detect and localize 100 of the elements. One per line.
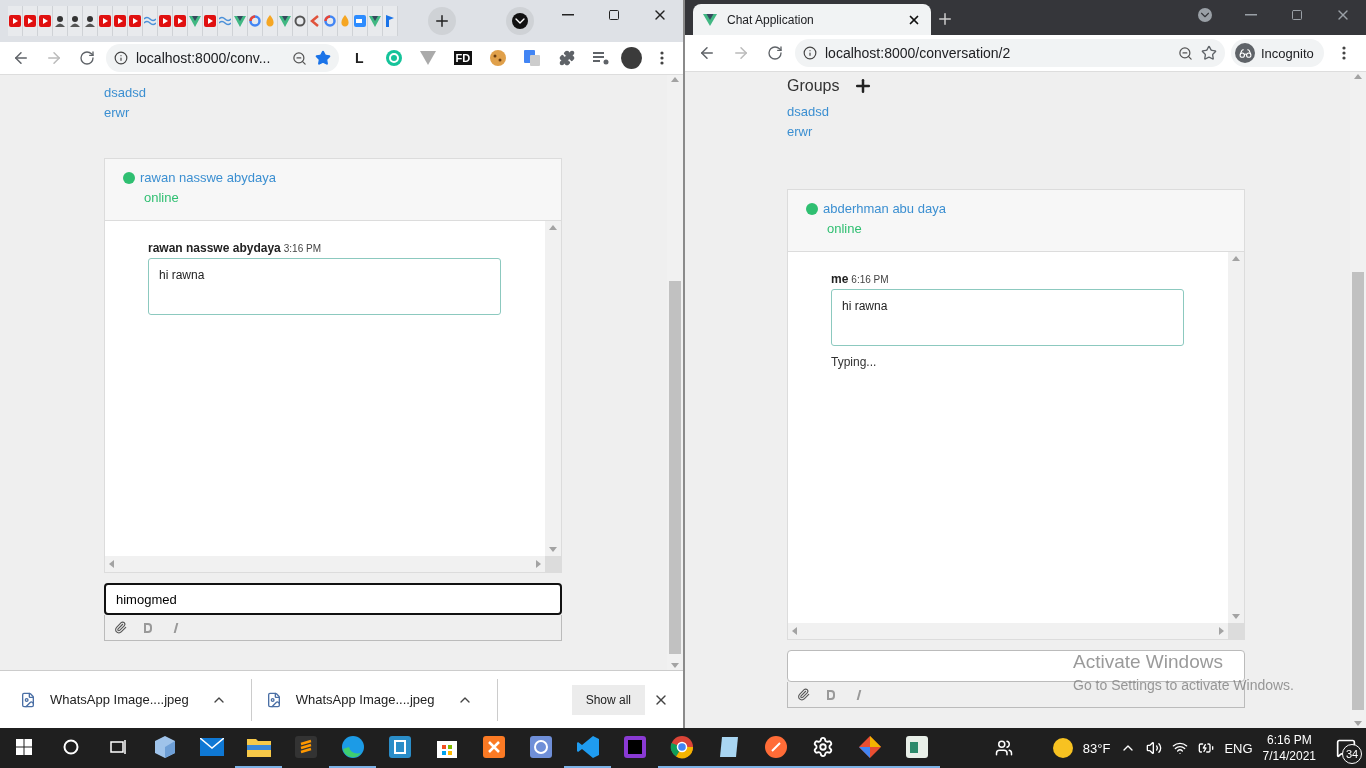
- online-dot: [123, 171, 135, 184]
- contact-status: online: [144, 190, 179, 205]
- browser-tab[interactable]: [368, 6, 383, 36]
- camera-icon: [354, 15, 366, 27]
- temperature[interactable]: 83°F: [1082, 740, 1111, 756]
- clock-date[interactable]: 7/14/2021: [1262, 748, 1316, 764]
- back-icon: [698, 44, 716, 62]
- browser-tab[interactable]: [128, 6, 143, 36]
- clock-time[interactable]: 6:16 PM: [1266, 732, 1312, 748]
- download-item[interactable]: WhatsApp Image....jpeg: [265, 679, 483, 720]
- new-tab-button[interactable]: [428, 7, 456, 35]
- browser-tab[interactable]: [68, 6, 83, 36]
- bookmark-star-icon[interactable]: [1201, 45, 1217, 61]
- incognito-button[interactable]: Incognito: [1231, 39, 1324, 67]
- scrollbar[interactable]: [105, 556, 545, 572]
- chevron-down-icon: [512, 13, 528, 29]
- browser-tab[interactable]: Chat Application: [693, 4, 931, 35]
- vscode-icon: [575, 735, 600, 759]
- browser-tab[interactable]: [53, 6, 68, 36]
- play-icon: [99, 15, 111, 27]
- paperclip-icon: [113, 621, 127, 634]
- browser-tab[interactable]: [38, 6, 53, 36]
- extension-button[interactable]: L: [345, 45, 374, 71]
- minimize-icon: [562, 14, 574, 16]
- browser-tab[interactable]: [113, 6, 128, 36]
- window-icon: [904, 735, 929, 759]
- language-indicator[interactable]: ENG: [1224, 740, 1253, 756]
- browser-tab[interactable]: [233, 6, 248, 36]
- ring-icon: [249, 15, 261, 27]
- message-input[interactable]: himogmed: [104, 583, 562, 615]
- folder-icon: [246, 737, 271, 757]
- bookmark-star-icon[interactable]: [315, 50, 331, 66]
- groups-heading: Groups: [787, 77, 840, 95]
- scrollbar[interactable]: [788, 623, 1228, 639]
- browser-tab[interactable]: [8, 6, 23, 36]
- attach-button[interactable]: [796, 686, 810, 703]
- tab-search-button[interactable]: [506, 7, 534, 35]
- profile-avatar[interactable]: [621, 47, 643, 69]
- play-icon: [9, 15, 21, 27]
- battery-icon[interactable]: [1198, 740, 1215, 756]
- browser-tab[interactable]: [293, 6, 308, 36]
- browser-tab[interactable]: [203, 6, 218, 36]
- diamond-icon: [857, 735, 882, 759]
- browser-tab[interactable]: [83, 6, 98, 36]
- maximize-icon: [1291, 9, 1303, 21]
- image-file-icon: [20, 691, 36, 708]
- person-icon: [54, 15, 66, 27]
- activation-hint: Go to Settings to activate Windows.: [1073, 677, 1294, 693]
- search-icon: [62, 739, 79, 755]
- jc-icon: [528, 735, 553, 759]
- postman-icon: [763, 735, 788, 759]
- flame-icon: [340, 15, 350, 27]
- scrollbar[interactable]: [1228, 252, 1244, 623]
- attach-button[interactable]: [113, 619, 127, 636]
- play-icon: [114, 15, 126, 27]
- browser-tab[interactable]: [23, 6, 38, 36]
- paperclip-icon: [796, 688, 810, 701]
- minimize-icon: [1245, 14, 1257, 16]
- forward-icon: [45, 49, 63, 67]
- menu-icon: [1341, 46, 1346, 60]
- play-icon: [204, 15, 216, 27]
- bracket-icon: [309, 15, 321, 27]
- address-bar[interactable]: localhost:8000/conv...: [105, 44, 339, 72]
- address-bar[interactable]: localhost:8000/conversation/2: [795, 39, 1225, 67]
- v-logo-icon: [279, 15, 291, 27]
- zoom-out-icon[interactable]: [292, 50, 307, 66]
- scrollbar[interactable]: [667, 75, 683, 670]
- xampp-icon: [481, 735, 506, 759]
- person-icon: [84, 15, 96, 27]
- people-icon[interactable]: [994, 739, 1013, 757]
- browser-tab[interactable]: [188, 6, 203, 36]
- reload-icon: [767, 45, 783, 61]
- plus-icon: [433, 12, 451, 30]
- browser-tab[interactable]: [98, 6, 113, 36]
- download-item[interactable]: WhatsApp Image....jpeg: [20, 679, 237, 720]
- bracket-icon: [387, 735, 412, 759]
- v-logo-icon: [369, 15, 381, 27]
- scrollbar[interactable]: [545, 221, 561, 556]
- notification-button[interactable]: 34: [1326, 728, 1366, 768]
- play-icon: [174, 15, 186, 27]
- v-logo-icon: [189, 15, 201, 27]
- extension-button[interactable]: FD: [448, 45, 478, 71]
- notification-count: 34: [1342, 744, 1362, 764]
- puzzle-icon: [558, 50, 575, 66]
- wifi-icon[interactable]: [1172, 740, 1189, 756]
- zoom-out-icon[interactable]: [1178, 45, 1193, 61]
- play-icon: [129, 15, 141, 27]
- settings-icon: [811, 736, 834, 758]
- sun-icon[interactable]: [1052, 738, 1073, 758]
- chevron-down-icon: [1198, 8, 1212, 22]
- browser-tab[interactable]: [278, 6, 293, 36]
- show-all-button[interactable]: Show all: [571, 684, 645, 715]
- message-bubble: hi rawna: [148, 258, 501, 315]
- windows-icon: [15, 739, 32, 755]
- play-icon: [24, 15, 36, 27]
- browser-tab[interactable]: [173, 6, 188, 36]
- message-time: 3:16 PM: [283, 243, 321, 254]
- scrollbar[interactable]: [1350, 72, 1366, 728]
- volume-icon[interactable]: [1146, 740, 1163, 756]
- browser-tab[interactable]: [158, 6, 173, 36]
